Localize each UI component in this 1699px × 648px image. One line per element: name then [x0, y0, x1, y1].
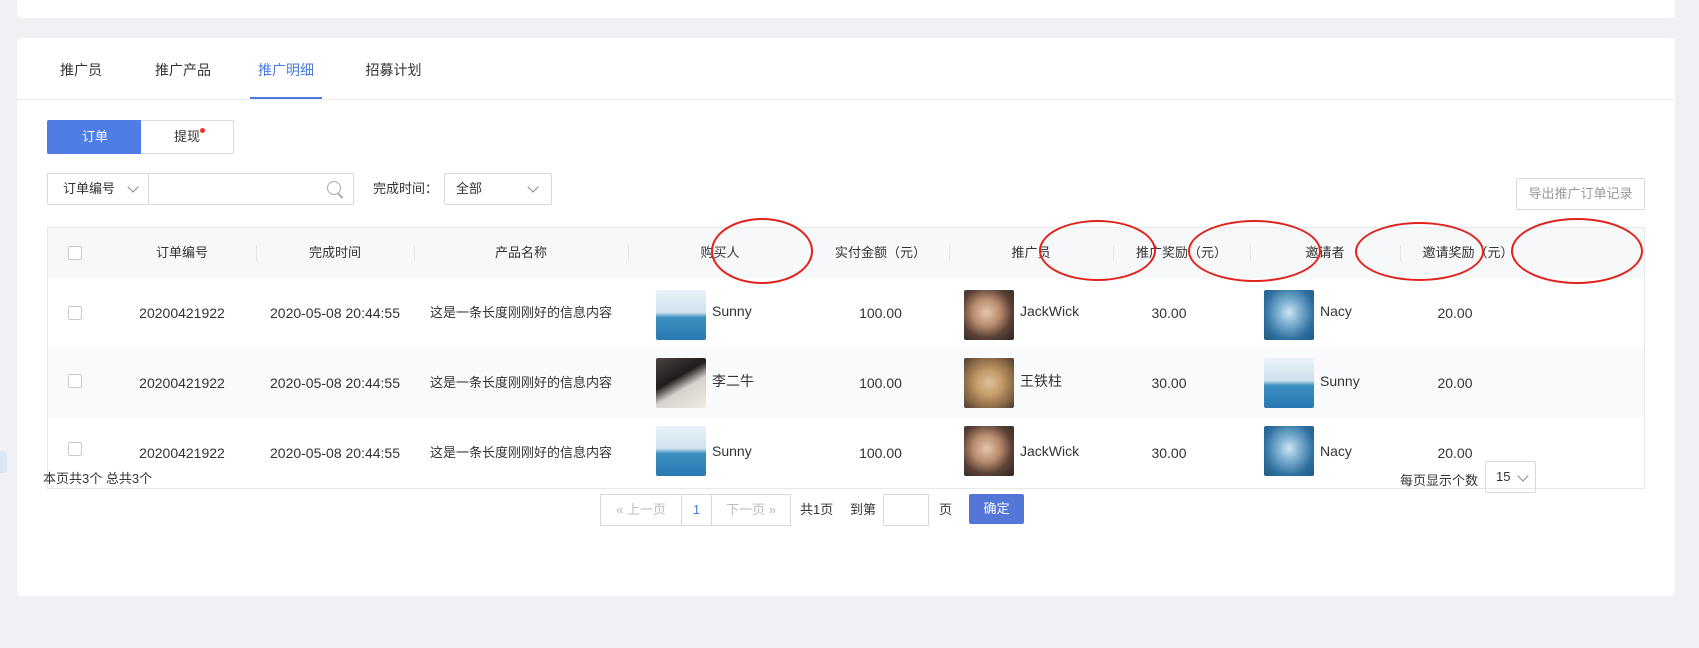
withdraw-segment-button[interactable]: 提现 — [141, 120, 234, 154]
finish-time: 2020-05-08 20:44:55 — [270, 375, 400, 391]
buyer-name: 李二牛 — [712, 373, 754, 389]
col-product-name: 产品名称 — [494, 245, 547, 260]
per-page-label: 每页显示个数 — [1400, 473, 1479, 488]
goto-page-input[interactable] — [883, 494, 929, 526]
finish-time: 2020-05-08 20:44:55 — [270, 305, 400, 321]
tab-promoted-products[interactable]: 推广产品 — [146, 38, 220, 99]
next-page-button[interactable]: 下一页 » — [711, 494, 791, 526]
row-checkbox[interactable] — [68, 442, 82, 456]
withdraw-label: 提现 — [173, 129, 200, 144]
select-all-checkbox[interactable] — [68, 246, 82, 260]
promoter-name: JackWick — [1020, 303, 1080, 319]
chevron-down-icon — [127, 181, 139, 193]
paid-amount: 100.00 — [859, 445, 902, 461]
time-select-value: 全部 — [456, 181, 483, 196]
col-order-no: 订单编号 — [155, 245, 208, 260]
promoter-avatar — [964, 290, 1014, 340]
annotation-circle-invite-reward — [1511, 218, 1643, 284]
time-filter-label: 完成时间： — [373, 181, 439, 196]
annotation-circle-buyer — [711, 218, 813, 284]
page-unit: 页 — [939, 502, 953, 517]
tab-promotion-details[interactable]: 推广明细 — [250, 38, 322, 99]
tab-recruit-plan[interactable]: 招募计划 — [357, 38, 430, 99]
main-panel: 推广员 推广产品 推广明细 招募计划 订单 提现 订单编号 完成时间： 全部 导… — [17, 38, 1675, 596]
tab-bar: 推广员 推广产品 推广明细 招募计划 — [17, 38, 1675, 100]
per-page-value: 15 — [1496, 469, 1511, 484]
promoter-reward: 30.00 — [1151, 305, 1187, 321]
promoter-name: 王铁柱 — [1020, 373, 1062, 389]
next-page-label: 下一页 — [726, 502, 766, 517]
double-chevron-right-icon: » — [768, 502, 776, 517]
buyer-avatar — [656, 426, 706, 476]
prev-page-button[interactable]: « 上一页 — [600, 494, 682, 526]
buyer-avatar — [656, 358, 706, 408]
export-orders-button[interactable]: 导出推广订单记录 — [1516, 178, 1645, 210]
annotation-circle-promoter — [1039, 220, 1156, 281]
inviter-avatar — [1264, 290, 1314, 340]
time-select[interactable]: 全部 — [444, 173, 552, 205]
col-finish-time: 完成时间 — [308, 245, 361, 260]
annotation-circle-promoter-reward — [1188, 220, 1321, 282]
chevron-down-icon — [527, 181, 539, 193]
table-row: 20200421922 2020-05-08 20:44:55 这是一条长度刚刚… — [48, 278, 1644, 348]
invite-reward: 20.00 — [1437, 375, 1473, 391]
buyer-name: Sunny — [712, 303, 752, 319]
inviter-name: Nacy — [1320, 303, 1352, 319]
order-no: 20200421922 — [139, 375, 225, 391]
product-name: 这是一条长度刚刚好的信息内容 — [429, 305, 612, 320]
search-icon[interactable] — [327, 181, 345, 199]
product-name: 这是一条长度刚刚好的信息内容 — [429, 375, 612, 390]
prev-page-label: 上一页 — [626, 502, 666, 517]
invite-reward: 20.00 — [1437, 305, 1473, 321]
confirm-page-button[interactable]: 确定 — [969, 494, 1024, 524]
sidebar-collapse-handle[interactable] — [0, 451, 7, 473]
promoter-avatar — [964, 358, 1014, 408]
row-checkbox[interactable] — [68, 306, 82, 320]
col-paid-amount: 实付金额（元） — [834, 245, 926, 260]
promoter-reward: 30.00 — [1151, 445, 1187, 461]
chevron-down-icon — [1517, 470, 1529, 482]
page-summary: 本页共3个 总共3个 — [43, 471, 153, 486]
total-pages: 共1页 — [800, 502, 834, 517]
product-name: 这是一条长度刚刚好的信息内容 — [429, 445, 612, 460]
row-checkbox[interactable] — [68, 374, 82, 388]
notification-dot-icon — [200, 128, 205, 133]
tab-promoters[interactable]: 推广员 — [51, 38, 111, 99]
goto-label: 到第 — [850, 502, 877, 517]
inviter-name: Nacy — [1320, 443, 1352, 459]
buyer-avatar — [656, 290, 706, 340]
field-select-value: 订单编号 — [63, 181, 116, 196]
annotation-circle-inviter — [1355, 222, 1484, 281]
inviter-name: Sunny — [1320, 373, 1360, 389]
double-chevron-left-icon: « — [616, 502, 624, 517]
field-select[interactable]: 订单编号 — [47, 173, 149, 205]
finish-time: 2020-05-08 20:44:55 — [270, 445, 400, 461]
per-page-select[interactable]: 15 — [1485, 461, 1536, 493]
search-input[interactable] — [148, 173, 354, 205]
top-panel — [17, 0, 1675, 18]
table-row: 20200421922 2020-05-08 20:44:55 这是一条长度刚刚… — [48, 348, 1644, 418]
inviter-avatar — [1264, 426, 1314, 476]
promoter-reward: 30.00 — [1151, 375, 1187, 391]
paid-amount: 100.00 — [859, 305, 902, 321]
order-segment-button[interactable]: 订单 — [47, 120, 143, 154]
paid-amount: 100.00 — [859, 375, 902, 391]
page-number-button[interactable]: 1 — [681, 494, 712, 526]
promoter-name: JackWick — [1020, 443, 1080, 459]
buyer-name: Sunny — [712, 443, 752, 459]
inviter-avatar — [1264, 358, 1314, 408]
promoter-avatar — [964, 426, 1014, 476]
order-no: 20200421922 — [139, 305, 225, 321]
